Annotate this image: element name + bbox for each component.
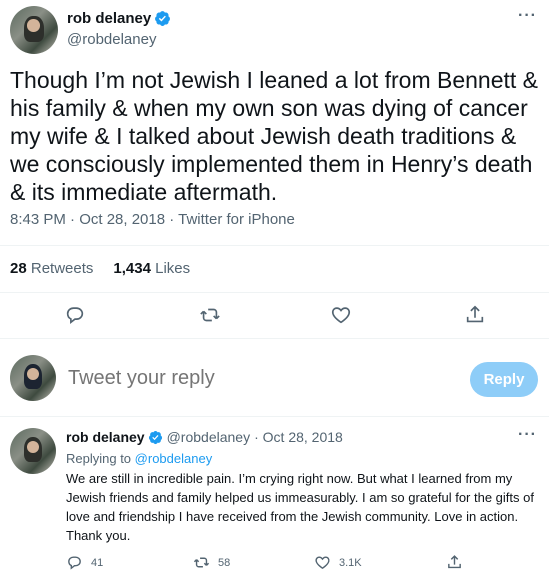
author-name-row: rob delaney: [67, 10, 171, 27]
reply-author-row: rob delaney @robdelaney · Oct 28, 2018: [66, 429, 343, 445]
divider: [0, 245, 549, 246]
author-handle[interactable]: @robdelaney: [67, 31, 156, 48]
share-icon: [466, 305, 484, 323]
reply-icon: [66, 307, 84, 325]
retweet-button[interactable]: [199, 304, 221, 326]
tweet-text: Though I’m not Jewish I leaned a lot fro…: [10, 67, 539, 205]
share-button[interactable]: [464, 304, 486, 326]
user-avatar[interactable]: [10, 355, 56, 401]
replying-to-link[interactable]: @robdelaney: [135, 451, 213, 466]
likes-count: 1,434: [113, 260, 151, 277]
divider: [0, 416, 549, 417]
author-name[interactable]: rob delaney: [67, 10, 151, 27]
retweets-count: 28: [10, 260, 27, 277]
reply-tweet-like-button[interactable]: 3.1K: [314, 554, 362, 571]
like-icon: [331, 307, 351, 324]
reply-tweet-retweet-button[interactable]: 58: [193, 554, 230, 571]
like-count: 3.1K: [339, 556, 362, 569]
retweet-count: 58: [218, 556, 231, 569]
reply-count: 41: [91, 556, 104, 569]
divider: [0, 338, 549, 339]
tweet-timestamp[interactable]: 8:43 PM · Oct 28, 2018 · Twitter for iPh…: [10, 211, 295, 228]
divider: [0, 292, 549, 293]
replying-prefix: Replying to: [66, 451, 132, 466]
author-avatar[interactable]: [10, 6, 58, 54]
more-icon[interactable]: ···: [518, 426, 537, 444]
reply-tweet-reply-button[interactable]: 41: [66, 554, 103, 571]
like-icon: [315, 556, 330, 569]
share-icon: [448, 555, 461, 569]
reply-submit-button[interactable]: Reply: [470, 362, 538, 397]
retweet-icon: [193, 557, 210, 568]
verified-badge-icon: [155, 11, 171, 26]
reply-tweet-text: We are still in incredible pain. I’m cry…: [66, 471, 534, 543]
retweet-icon: [200, 308, 220, 322]
reply-button[interactable]: [64, 304, 86, 326]
likes-label: Likes: [155, 260, 191, 277]
reply-date[interactable]: · Oct 28, 2018: [254, 429, 343, 445]
reply-author-handle[interactable]: @robdelaney: [167, 429, 251, 445]
more-icon[interactable]: ···: [518, 7, 537, 25]
reply-author-name[interactable]: rob delaney: [66, 429, 145, 445]
reply-tweet-share-button[interactable]: [446, 554, 471, 571]
replying-to: Replying to @robdelaney: [66, 451, 212, 466]
likes-stat[interactable]: 1,434 Likes: [113, 260, 190, 277]
retweets-stat[interactable]: 28 Retweets: [10, 260, 93, 277]
like-button[interactable]: [330, 304, 352, 326]
reply-icon: [68, 556, 81, 570]
engagement-stats: 28 Retweets 1,434 Likes: [10, 260, 190, 277]
verified-badge-icon: [148, 430, 162, 444]
reply-input[interactable]: [68, 367, 438, 390]
reply-author-avatar[interactable]: [10, 428, 56, 474]
retweets-label: Retweets: [30, 260, 94, 277]
